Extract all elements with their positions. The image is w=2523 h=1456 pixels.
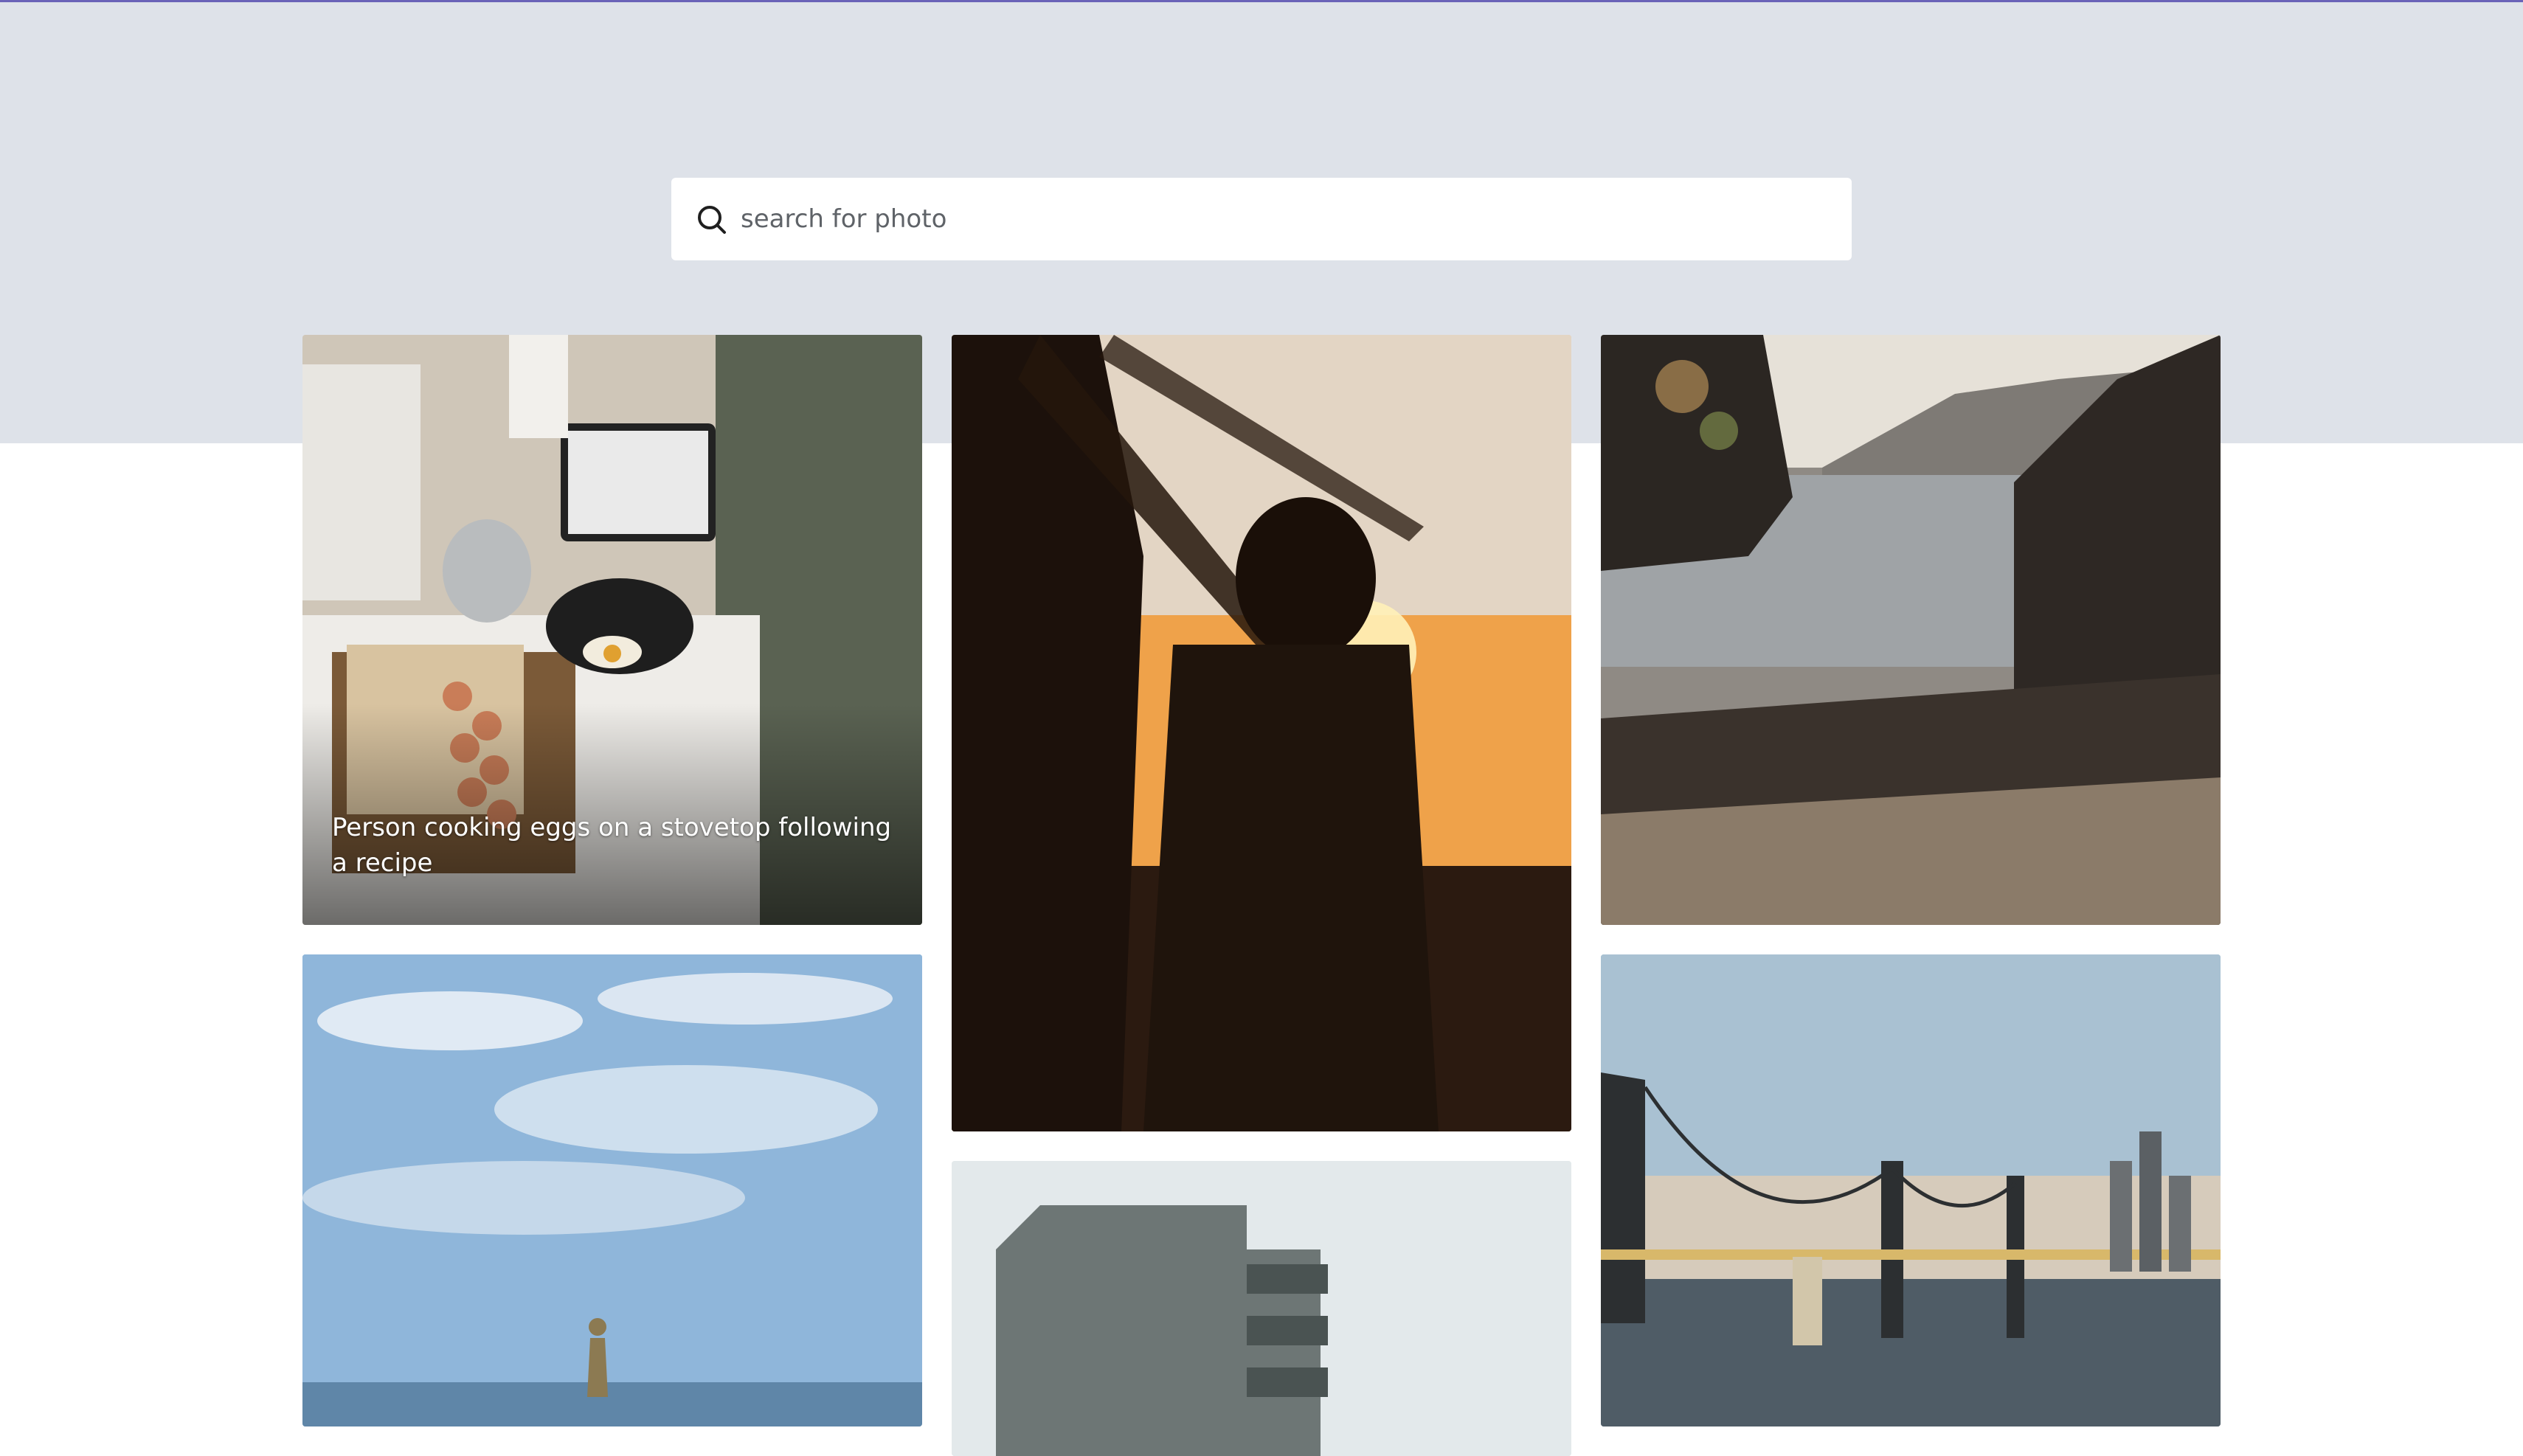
bridge-photo	[1601, 954, 2221, 1426]
search-bar[interactable]	[671, 178, 1852, 260]
photo-card-sunset[interactable]	[952, 335, 1571, 1131]
photo-caption: Person cooking eggs on a stovetop follow…	[332, 813, 892, 878]
search-icon	[693, 201, 729, 237]
search-input[interactable]	[741, 197, 1810, 241]
sunset-photo	[952, 335, 1571, 1131]
photo-card-sky-statue[interactable]	[302, 954, 922, 1426]
sky-statue-photo	[302, 954, 922, 1426]
coast-photo	[1601, 335, 2221, 925]
building-photo	[952, 1161, 1571, 1456]
photo-card-coast[interactable]	[1601, 335, 2221, 925]
photo-card-cooking[interactable]: Person cooking eggs on a stovetop follow…	[302, 335, 922, 925]
photo-card-bridge[interactable]	[1601, 954, 2221, 1426]
photo-card-building[interactable]	[952, 1161, 1571, 1456]
